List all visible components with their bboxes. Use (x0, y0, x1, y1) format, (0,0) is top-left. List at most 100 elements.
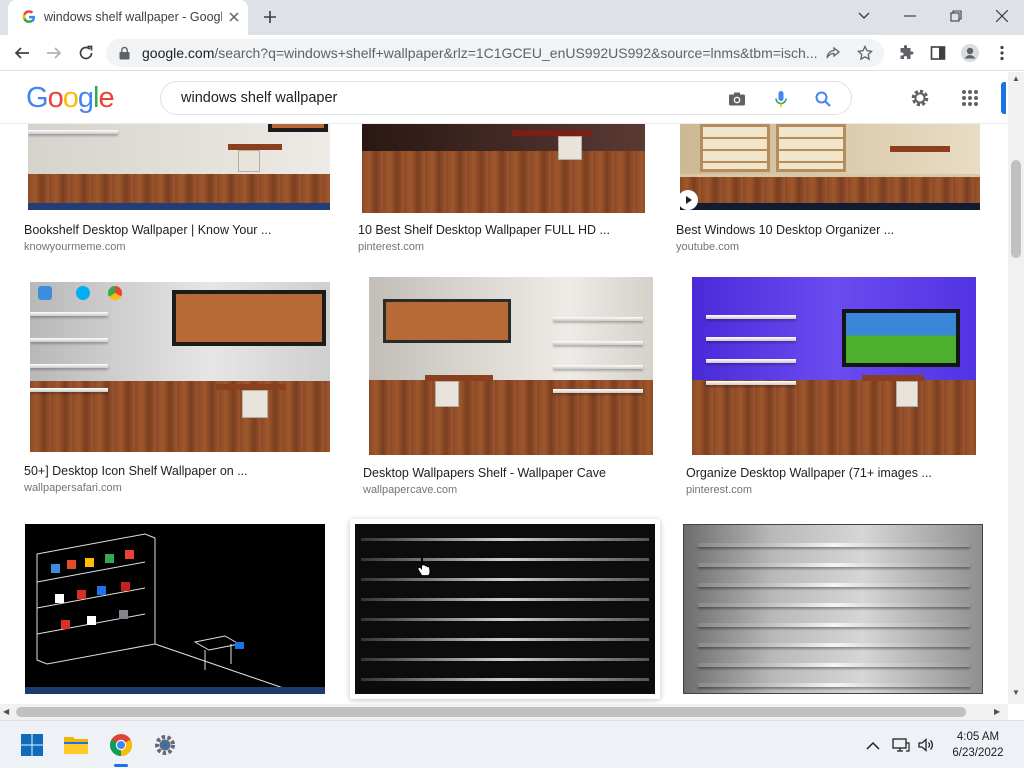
profile-avatar-icon[interactable] (960, 43, 980, 63)
side-panel-icon[interactable] (928, 43, 948, 63)
windows-start-icon[interactable] (18, 731, 46, 759)
logo-letter: o (47, 82, 64, 114)
image-results-grid: Bookshelf Desktop Wallpaper | Know Your … (0, 124, 1008, 704)
vertical-scroll-thumb[interactable] (1011, 160, 1021, 258)
result-source[interactable]: knowyourmeme.com (24, 241, 344, 253)
google-apps-grid-icon[interactable] (958, 86, 982, 110)
tab-search-icon[interactable] (852, 6, 876, 26)
lock-icon[interactable] (118, 46, 131, 60)
search-box[interactable]: windows shelf wallpaper (160, 81, 852, 115)
result-thumbnail[interactable] (30, 282, 330, 452)
show-hidden-icons-chevron-icon[interactable] (864, 737, 882, 753)
result-thumbnail[interactable] (369, 277, 653, 455)
shelf (706, 381, 796, 385)
close-window-icon[interactable] (990, 6, 1014, 26)
image-result-card[interactable]: Desktop Wallpapers Shelf - Wallpaper Cav… (363, 277, 683, 497)
back-icon[interactable] (12, 43, 32, 63)
result-title[interactable]: Best Windows 10 Desktop Organizer ... (676, 223, 996, 237)
shelf (30, 388, 108, 392)
bookmark-star-icon[interactable] (856, 44, 874, 62)
corkboard (172, 290, 326, 346)
camera-search-icon[interactable] (727, 89, 747, 109)
corkboard (383, 299, 511, 343)
result-source[interactable]: wallpapercave.com (363, 484, 683, 496)
result-source[interactable]: youtube.com (676, 241, 996, 253)
sign-in-button-edge[interactable] (1001, 82, 1006, 114)
scroll-right-arrow-icon[interactable]: ▶ (994, 707, 1000, 716)
chrome-icon[interactable] (107, 731, 135, 759)
shelf (553, 317, 643, 321)
horizontal-scroll-thumb[interactable] (16, 707, 966, 717)
browser-toolbar: google.com/search?q=windows+shelf+wallpa… (0, 35, 1024, 71)
url-host: google.com (142, 45, 215, 61)
image-result-card[interactable]: 50+] Desktop Icon Shelf Wallpaper on ...… (24, 282, 344, 497)
result-source[interactable]: pinterest.com (358, 241, 678, 253)
shelf (553, 389, 643, 393)
network-icon[interactable] (892, 737, 910, 753)
google-g-icon (22, 10, 35, 23)
shelf (30, 312, 108, 316)
share-icon[interactable] (824, 44, 842, 62)
minimize-icon[interactable] (898, 6, 922, 26)
result-source[interactable]: pinterest.com (686, 484, 1006, 496)
shelf (706, 337, 796, 341)
desktop-app-icon (38, 286, 52, 300)
clock-date: 6/23/2022 (952, 747, 1004, 759)
result-thumbnail[interactable] (362, 124, 645, 213)
corkboard (268, 124, 328, 132)
forward-icon[interactable] (44, 43, 64, 63)
voice-search-mic-icon[interactable] (771, 89, 791, 109)
image-result-card[interactable]: Organize Desktop Wallpaper (71+ images .… (686, 277, 1006, 497)
windows-taskbar: 4:05 AM 6/23/2022 (0, 720, 1024, 768)
image-result-card[interactable]: Best Windows 10 Desktop Organizer ... yo… (676, 124, 996, 259)
settings-gear-icon[interactable] (908, 86, 932, 110)
system-clock[interactable]: 4:05 AM 6/23/2022 (940, 729, 1016, 761)
chrome-menu-icon[interactable] (992, 43, 1012, 63)
image-result-card[interactable] (350, 519, 670, 704)
scroll-left-arrow-icon[interactable]: ◀ (3, 707, 9, 716)
search-icon[interactable] (813, 89, 833, 109)
file-explorer-icon[interactable] (62, 731, 90, 759)
horizontal-scrollbar[interactable]: ◀ ▶ (0, 704, 1008, 720)
browser-tab[interactable]: windows shelf wallpaper - Google Search (8, 0, 248, 35)
image-result-card[interactable]: Bookshelf Desktop Wallpaper | Know Your … (24, 124, 344, 259)
result-source[interactable]: wallpapersafari.com (24, 482, 344, 494)
result-thumbnail[interactable] (28, 124, 330, 210)
result-thumbnail[interactable] (683, 524, 983, 694)
result-title[interactable]: Bookshelf Desktop Wallpaper | Know Your … (24, 223, 344, 237)
desktop-app-icon (76, 286, 90, 300)
result-thumbnail[interactable] (680, 124, 980, 210)
tab-title: windows shelf wallpaper - Google Search (44, 10, 222, 24)
result-title[interactable]: Organize Desktop Wallpaper (71+ images .… (686, 466, 1006, 480)
wall (362, 124, 645, 151)
reload-icon[interactable] (76, 43, 96, 63)
google-logo[interactable]: Google (26, 82, 115, 115)
image-result-card[interactable]: 10 Best Shelf Desktop Wallpaper FULL HD … (358, 124, 678, 259)
image-result-card[interactable] (680, 524, 1000, 704)
settings-icon[interactable] (151, 731, 179, 759)
new-tab-icon[interactable] (261, 8, 279, 26)
close-tab-icon[interactable] (226, 9, 242, 25)
address-bar[interactable]: google.com/search?q=windows+shelf+wallpa… (106, 39, 884, 67)
image-result-card[interactable] (24, 524, 344, 704)
volume-icon[interactable] (917, 737, 935, 753)
result-title[interactable]: 50+] Desktop Icon Shelf Wallpaper on ... (24, 464, 344, 478)
extensions-puzzle-icon[interactable] (896, 43, 916, 63)
result-thumbnail[interactable] (692, 277, 976, 455)
result-title[interactable]: 10 Best Shelf Desktop Wallpaper FULL HD … (358, 223, 678, 237)
url-text[interactable]: google.com/search?q=windows+shelf+wallpa… (142, 45, 818, 61)
scroll-down-arrow-icon[interactable]: ▼ (1012, 688, 1020, 697)
result-thumbnail-hovered[interactable] (350, 519, 660, 699)
result-thumbnail[interactable] (25, 524, 325, 694)
shelf (30, 338, 108, 342)
video-play-icon[interactable] (680, 190, 698, 210)
search-input[interactable]: windows shelf wallpaper (181, 90, 337, 106)
scroll-up-arrow-icon[interactable]: ▲ (1012, 74, 1020, 83)
desk (890, 146, 950, 152)
result-title[interactable]: Desktop Wallpapers Shelf - Wallpaper Cav… (363, 466, 683, 480)
desk-drawer (242, 390, 268, 418)
wooden-bookcase (700, 124, 770, 172)
restore-icon[interactable] (944, 6, 968, 26)
desk-drawer (896, 381, 918, 407)
vertical-scrollbar[interactable]: ▲ ▼ (1008, 72, 1024, 704)
